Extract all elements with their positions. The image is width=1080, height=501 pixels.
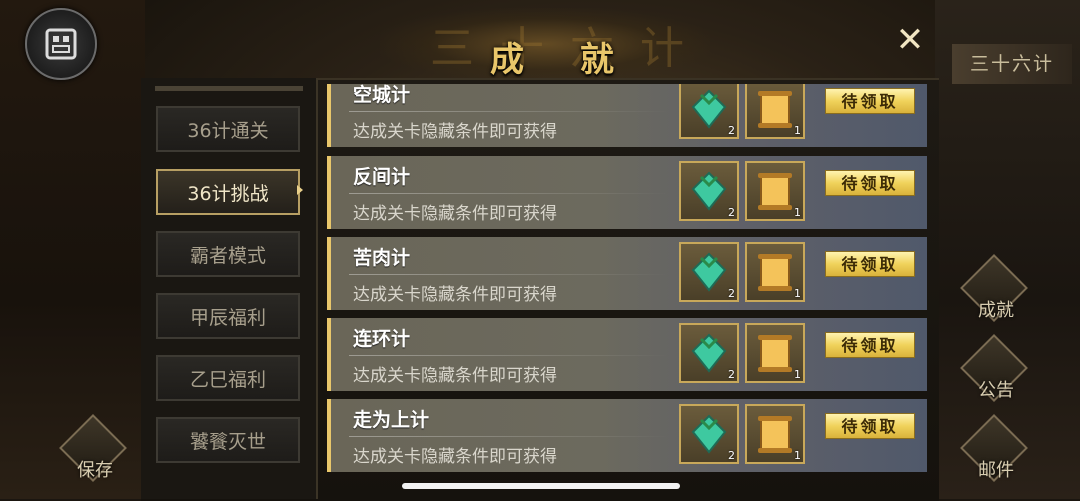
achievement-description: 达成关卡隐藏条件即可获得 [353, 366, 557, 386]
reward-scroll[interactable]: 1 [745, 242, 805, 302]
home-indicator[interactable] [402, 483, 680, 489]
reward-count: 2 [728, 368, 735, 381]
reward-count: 2 [728, 449, 735, 462]
reward-gem[interactable]: 2 [679, 323, 739, 383]
active-tab-arrow-icon [297, 185, 303, 195]
mail-side-button[interactable]: 邮件 [956, 414, 1036, 498]
mail-side-label: 邮件 [978, 460, 1014, 481]
scroll-icon [758, 254, 792, 291]
scroll-icon [758, 91, 792, 128]
achievement-description: 达成关卡隐藏条件即可获得 [353, 122, 557, 142]
achievement-row: 反间计 达成关卡隐藏条件即可获得 2 1 待领取 [327, 156, 927, 229]
achievement-row: 走为上计 达成关卡隐藏条件即可获得 2 1 待领取 [327, 399, 927, 472]
reward-count: 1 [794, 449, 801, 462]
claim-button[interactable]: 待领取 [825, 251, 915, 277]
reward-gem[interactable]: 2 [679, 242, 739, 302]
achievement-title: 连环计 [353, 328, 411, 350]
tab-overlord-mode[interactable]: 霸者模式 [156, 231, 300, 277]
menu-button[interactable] [25, 8, 97, 80]
grid-menu-icon [45, 28, 77, 60]
reward-scroll[interactable]: 1 [745, 404, 805, 464]
scroll-icon [758, 416, 792, 453]
page-title: 成 就 [490, 40, 636, 80]
jade-gem-icon [691, 89, 727, 129]
close-button[interactable]: ✕ [890, 20, 930, 60]
reward-count: 2 [728, 124, 735, 137]
sidebar-divider [155, 86, 303, 91]
claim-button[interactable]: 待领取 [825, 88, 915, 114]
reward-gem[interactable]: 2 [679, 84, 739, 139]
tab-36-challenge[interactable]: 36计挑战 [156, 169, 300, 215]
achievement-title: 空城计 [353, 84, 411, 106]
achievement-description: 达成关卡隐藏条件即可获得 [353, 447, 557, 467]
row-divider [349, 111, 669, 112]
row-divider [349, 274, 669, 275]
reward-scroll[interactable]: 1 [745, 84, 805, 139]
achievement-row: 苦肉计 达成关卡隐藏条件即可获得 2 1 待领取 [327, 237, 927, 310]
achievement-description: 达成关卡隐藏条件即可获得 [353, 204, 557, 224]
claim-button[interactable]: 待领取 [825, 170, 915, 196]
achievement-side-label: 成就 [978, 300, 1014, 321]
reward-count: 1 [794, 368, 801, 381]
row-divider [349, 436, 669, 437]
notice-side-label: 公告 [978, 380, 1014, 401]
reward-count: 2 [728, 287, 735, 300]
achievement-title: 苦肉计 [353, 247, 411, 269]
tab-taotie[interactable]: 饕餮灭世 [156, 417, 300, 463]
tab-jiachen-welfare[interactable]: 甲辰福利 [156, 293, 300, 339]
achievement-title: 走为上计 [353, 409, 430, 431]
achievement-side-button[interactable]: 成就 [956, 254, 1036, 338]
save-button[interactable]: 保存 [55, 414, 135, 498]
reward-gem[interactable]: 2 [679, 404, 739, 464]
close-icon: ✕ [895, 20, 925, 60]
row-divider [349, 355, 669, 356]
achievement-list[interactable]: 空城计 达成关卡隐藏条件即可获得 2 1 待领取 反间计 达成关卡隐藏条件即可获… [327, 84, 928, 478]
tab-yisi-welfare[interactable]: 乙巳福利 [156, 355, 300, 401]
reward-count: 1 [794, 206, 801, 219]
row-divider [349, 193, 669, 194]
reward-scroll[interactable]: 1 [745, 323, 805, 383]
reward-gem[interactable]: 2 [679, 161, 739, 221]
save-label: 保存 [77, 460, 113, 481]
achievement-row: 连环计 达成关卡隐藏条件即可获得 2 1 待领取 [327, 318, 927, 391]
achievement-description: 达成关卡隐藏条件即可获得 [353, 285, 557, 305]
scroll-icon [758, 335, 792, 372]
reward-count: 2 [728, 206, 735, 219]
claim-button[interactable]: 待领取 [825, 413, 915, 439]
notice-side-button[interactable]: 公告 [956, 334, 1036, 418]
achievement-title: 反间计 [353, 166, 411, 188]
jade-gem-icon [691, 171, 727, 211]
scroll-icon [758, 173, 792, 210]
right-panel-label: 三十六计 [952, 44, 1072, 84]
jade-gem-icon [691, 252, 727, 292]
claim-button[interactable]: 待领取 [825, 332, 915, 358]
reward-count: 1 [794, 124, 801, 137]
reward-scroll[interactable]: 1 [745, 161, 805, 221]
tab-36-pass[interactable]: 36计通关 [156, 106, 300, 152]
achievement-row: 空城计 达成关卡隐藏条件即可获得 2 1 待领取 [327, 84, 927, 147]
reward-count: 1 [794, 287, 801, 300]
jade-gem-icon [691, 333, 727, 373]
jade-gem-icon [691, 414, 727, 454]
